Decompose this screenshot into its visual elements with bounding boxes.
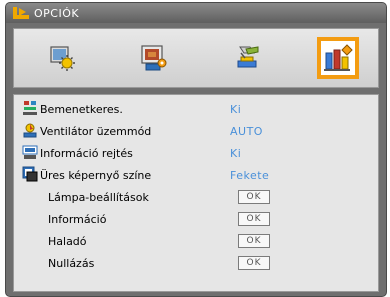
- menu-row-lamp-settings[interactable]: Lámpa-beállítások OK: [14, 186, 378, 208]
- menu-item-value[interactable]: AUTO: [230, 125, 263, 138]
- menu-item-label: Haladó: [48, 234, 87, 248]
- page-title: OPCIÓK: [34, 6, 80, 20]
- menu-item-value[interactable]: Ki: [230, 147, 241, 160]
- info-hide-icon: [22, 144, 40, 162]
- osd-menu-window: OPCIÓK Bemenetkeres. Ki Ventilátor üzemm…: [5, 2, 387, 297]
- ok-button[interactable]: OK: [238, 234, 270, 248]
- ok-button[interactable]: OK: [238, 256, 270, 270]
- tab-setup[interactable]: [226, 37, 268, 79]
- options-menu-list: Bemenetkeres. Ki Ventilátor üzemmód AUTO: [13, 94, 379, 292]
- options-icon: [324, 44, 353, 71]
- tab-display[interactable]: [132, 37, 174, 79]
- menu-row-input-search[interactable]: Bemenetkeres. Ki: [14, 98, 378, 120]
- options-menu-icon: [13, 7, 29, 19]
- menu-item-label: Lámpa-beállítások: [48, 190, 149, 204]
- tab-options[interactable]: [317, 37, 359, 79]
- menu-item-value[interactable]: Ki: [230, 103, 241, 116]
- ok-button[interactable]: OK: [238, 212, 270, 226]
- blank-screen-color-icon: [22, 166, 40, 184]
- menu-row-advanced[interactable]: Haladó OK: [14, 230, 378, 252]
- menu-item-label: Információ: [48, 212, 107, 226]
- menu-row-fan-mode[interactable]: Ventilátor üzemmód AUTO: [14, 120, 378, 142]
- image-settings-icon: [50, 46, 75, 71]
- menu-item-label: Információ rejtés: [40, 146, 133, 160]
- setup-icon: [237, 46, 259, 68]
- title-bar: OPCIÓK: [6, 3, 386, 23]
- menu-item-label: Ventilátor üzemmód: [40, 124, 152, 138]
- menu-row-blank-screen-color[interactable]: Üres képernyő színe Fekete: [14, 164, 378, 186]
- display-settings-icon: [141, 45, 167, 71]
- ok-button[interactable]: OK: [238, 190, 270, 204]
- tab-image-settings[interactable]: [40, 37, 82, 79]
- menu-row-reset[interactable]: Nullázás OK: [14, 252, 378, 274]
- input-search-icon: [22, 100, 40, 118]
- menu-item-label: Üres képernyő színe: [40, 168, 152, 182]
- menu-row-info-hide[interactable]: Információ rejtés Ki: [14, 142, 378, 164]
- menu-item-value[interactable]: Fekete: [230, 169, 269, 182]
- menu-item-label: Nullázás: [48, 256, 95, 270]
- tab-bar: [13, 28, 379, 88]
- fan-mode-icon: [22, 122, 40, 140]
- menu-row-information[interactable]: Információ OK: [14, 208, 378, 230]
- menu-item-label: Bemenetkeres.: [40, 102, 123, 116]
